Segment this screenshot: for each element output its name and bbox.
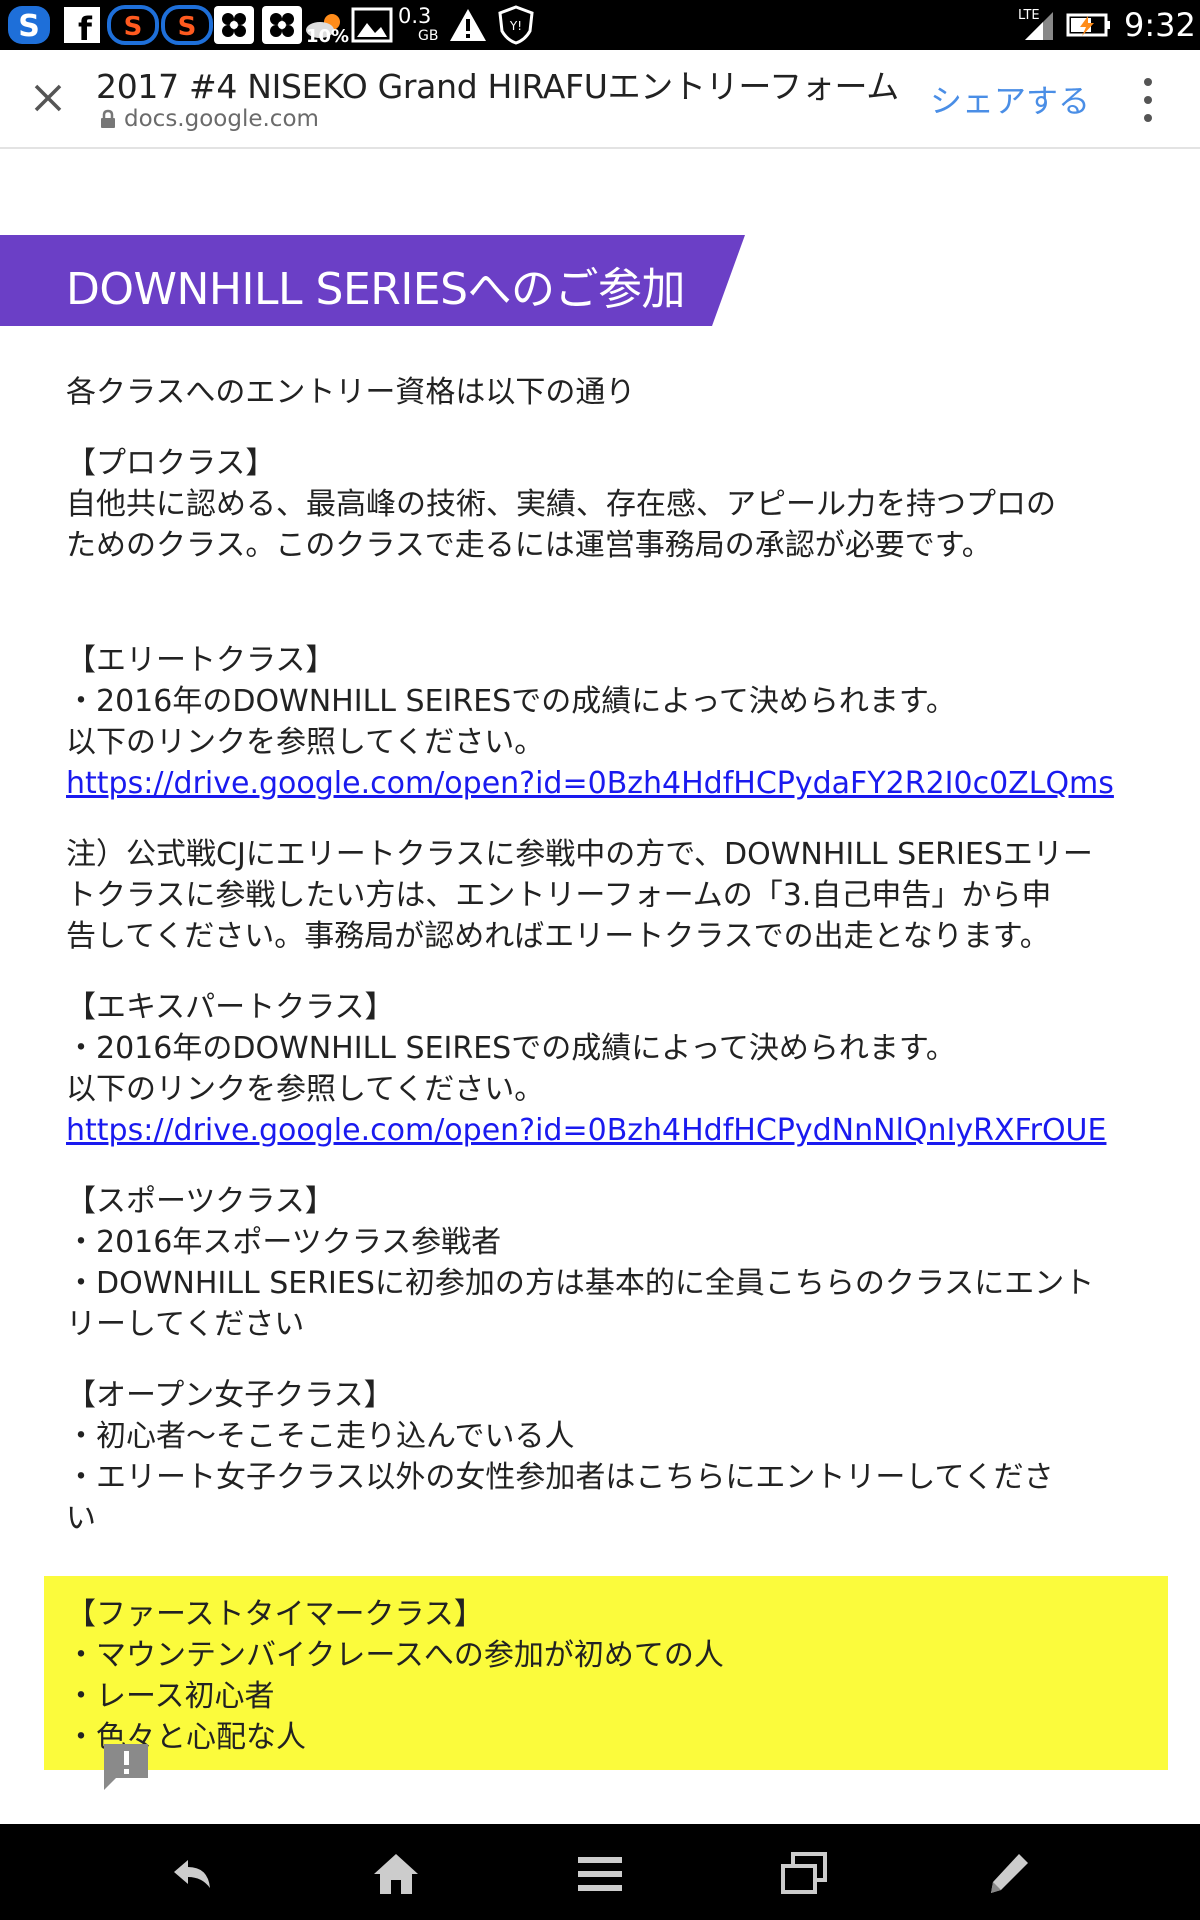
ss-app-icon: S <box>160 4 214 46</box>
first-timer-class-heading: 【ファーストタイマークラス】 <box>66 1597 484 1632</box>
sports-class-heading: 【スポーツクラス】 <box>66 1184 335 1219</box>
flower-app-icon <box>260 4 304 46</box>
note-text: 注）公式戦CJにエリートクラスに参戦中の方で、DOWNHILL SERIESエリ… <box>66 837 1093 872</box>
back-button[interactable] <box>164 1846 220 1902</box>
share-button[interactable]: シェアする <box>930 76 1090 122</box>
recent-apps-icon <box>781 1852 827 1894</box>
edit-button[interactable] <box>980 1846 1036 1902</box>
pro-class-heading: 【プロクラス】 <box>66 446 276 481</box>
feedback-icon <box>104 1744 148 1790</box>
intro-text: 各クラスへのエントリー資格は以下の通り <box>66 375 636 410</box>
close-button[interactable] <box>22 72 74 124</box>
page-title: 2017 #4 NISEKO Grand HIRAFUエントリーフォーム <box>96 67 899 106</box>
expert-class-heading: 【エキスパートクラス】 <box>66 990 395 1025</box>
svg-text:S: S <box>178 12 197 42</box>
section-title: DOWNHILL SERIESへのご参加 <box>66 264 686 315</box>
data-amount: 0.3 <box>398 4 432 28</box>
section-description: 各クラスへのエントリー資格は以下の通り 【プロクラス】 自他共に認める、最高峰の… <box>66 372 1166 1539</box>
shield-app-icon: Y! <box>494 4 538 46</box>
feedback-button[interactable] <box>100 1740 152 1792</box>
status-bar: S f S S 10% 0.3 GB Y! LTE 9:32 <box>0 0 1200 50</box>
more-vert-dot <box>1144 114 1152 122</box>
expert-class-text: ・2016年のDOWNHILL SEIRESでの成績によって決められます。 <box>66 1031 956 1066</box>
clock: 9:32 <box>1124 6 1196 44</box>
navigation-bar <box>0 1824 1200 1920</box>
battery-charging-icon <box>1066 4 1112 46</box>
first-timer-section: 【ファーストタイマークラス】 ・マウンテンバイクレースへの参加が初めての人 ・レ… <box>66 1594 724 1758</box>
first-timer-class-text: ・レース初心者 <box>66 1679 275 1714</box>
women-class-text: ・初心者〜そこそこ走り込んでいる人 <box>66 1419 575 1454</box>
signal-icon <box>1020 4 1056 46</box>
note-text: トクラスに参戦したい方は、エントリーフォームの「3.自己申告」から申 <box>66 878 1052 913</box>
weather-percent: 10% <box>306 26 350 47</box>
warning-icon <box>446 4 490 46</box>
close-icon <box>34 84 62 112</box>
sports-class-text: ・2016年スポーツクラス参戦者 <box>66 1225 502 1260</box>
ss-app-icon: S <box>106 4 160 46</box>
home-icon <box>374 1854 418 1894</box>
more-options-button[interactable] <box>1128 78 1168 122</box>
elite-class-text: ・2016年のDOWNHILL SEIRESでの成績によって決められます。 <box>66 684 956 719</box>
more-vert-dot <box>1144 96 1152 104</box>
women-class-text: い <box>66 1501 96 1536</box>
url-text: docs.google.com <box>124 106 319 132</box>
women-class-text: ・エリート女子クラス以外の女性参加者はこちらにエントリーしてくださ <box>66 1460 1054 1495</box>
more-vert-icon <box>1144 78 1152 86</box>
back-icon <box>174 1860 210 1888</box>
sports-class-text: ・DOWNHILL SERIESに初参加の方は基本的に全員こちらのクラスにエント <box>66 1266 1095 1301</box>
first-timer-class-text: ・マウンテンバイクレースへの参加が初めての人 <box>66 1638 724 1673</box>
elite-class-heading: 【エリートクラス】 <box>66 643 336 678</box>
expert-results-link[interactable]: https://drive.google.com/open?id=0Bzh4Hd… <box>66 1113 1106 1148</box>
pro-class-text: ためのクラス。このクラスで走るには運営事務局の承認が必要です。 <box>66 528 992 563</box>
expert-class-text: 以下のリンクを参照してください。 <box>66 1072 545 1107</box>
pro-class-text: 自他共に認める、最高峰の技術、実績、存在感、アピール力を持つプロの <box>66 487 1056 522</box>
svg-text:f: f <box>78 10 93 44</box>
edit-icon <box>991 1854 1028 1893</box>
data-unit: GB <box>418 28 439 44</box>
flower-app-icon <box>212 4 256 46</box>
elite-results-link[interactable]: https://drive.google.com/open?id=0Bzh4Hd… <box>66 766 1114 801</box>
menu-icon <box>578 1857 622 1891</box>
menu-button[interactable] <box>572 1846 628 1902</box>
note-text: 告してください。事務局が認めればエリートクラスでの出走となります。 <box>66 919 1050 954</box>
home-button[interactable] <box>368 1846 424 1902</box>
facebook-icon: f <box>62 4 102 46</box>
svg-text:Y!: Y! <box>509 19 522 33</box>
recent-apps-button[interactable] <box>776 1846 832 1902</box>
gallery-icon <box>350 4 394 46</box>
svg-text:S: S <box>124 12 143 42</box>
first-timer-class-text: ・色々と心配な人 <box>66 1720 306 1755</box>
s-app-icon: S <box>6 4 52 46</box>
lock-icon <box>101 109 115 128</box>
svg-text:S: S <box>18 9 40 44</box>
elite-class-text: 以下のリンクを参照してください。 <box>66 725 545 760</box>
section-banner: DOWNHILL SERIESへのご参加 <box>0 235 745 326</box>
sports-class-text: リーしてください <box>66 1307 305 1342</box>
page-url: docs.google.com <box>100 106 319 132</box>
women-class-heading: 【オープン女子クラス】 <box>66 1378 394 1413</box>
browser-toolbar: 2017 #4 NISEKO Grand HIRAFUエントリーフォーム doc… <box>0 50 1200 149</box>
